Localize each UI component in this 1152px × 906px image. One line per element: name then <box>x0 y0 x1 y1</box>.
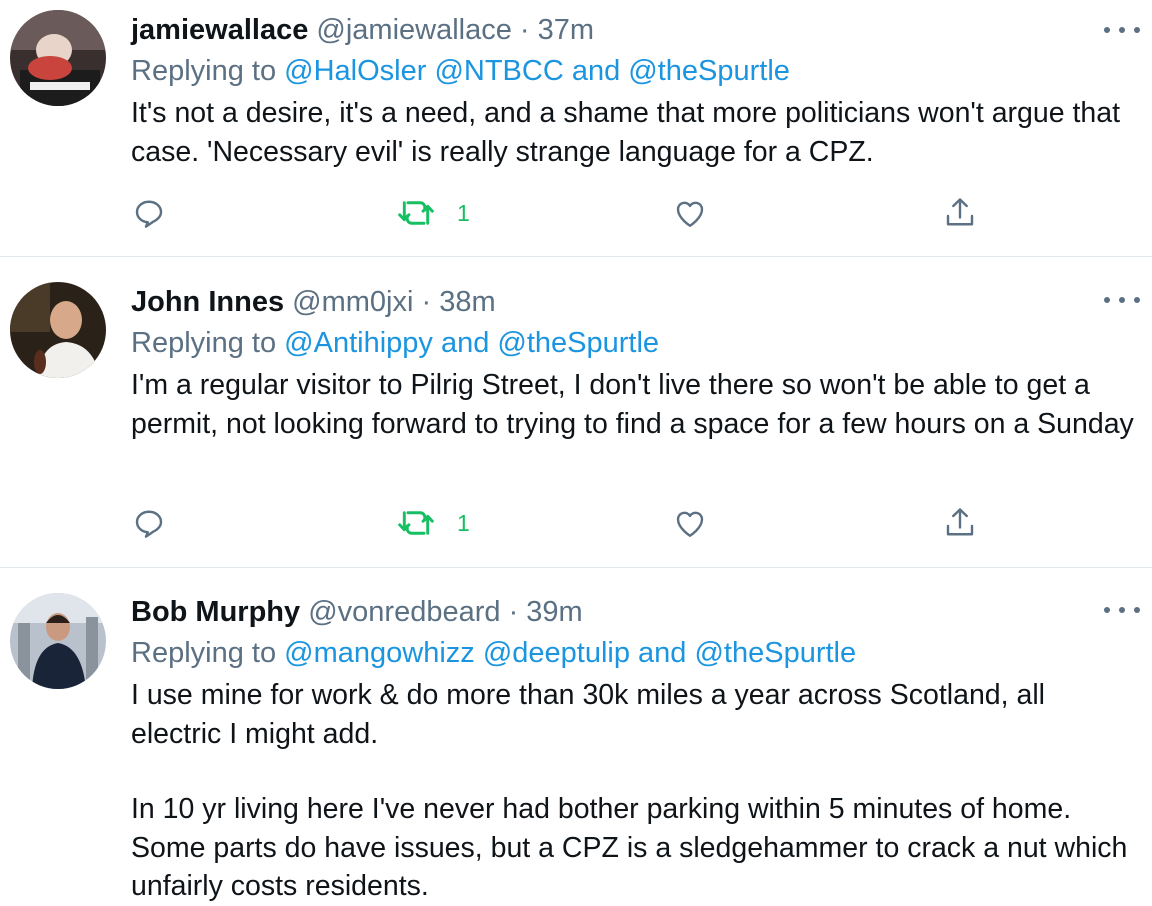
tweet-paragraph: I use mine for work & do more than 30k m… <box>131 679 1045 750</box>
like-icon <box>672 195 708 231</box>
timestamp[interactable]: 37m <box>538 14 594 46</box>
replying-label: Replying to <box>131 637 277 669</box>
display-name[interactable]: John Innes <box>131 286 284 318</box>
reply-mentions[interactable]: @Antihippy and @theSpurtle <box>284 327 659 359</box>
replying-label: Replying to <box>131 55 277 87</box>
avatar[interactable] <box>10 593 106 689</box>
username[interactable]: @mm0jxi <box>292 286 413 318</box>
like-button[interactable] <box>672 503 708 543</box>
tweet-divider <box>0 567 1152 568</box>
tweet-text: I use mine for work & do more than 30k m… <box>131 676 1136 906</box>
reply-button[interactable] <box>131 193 167 233</box>
retweet-count: 1 <box>457 509 470 536</box>
retweet-icon <box>397 195 435 231</box>
more-icon[interactable] <box>1104 290 1140 310</box>
separator: · <box>421 286 432 318</box>
replying-to: Replying to @Antihippy and @theSpurtle <box>131 325 659 361</box>
tweet-paragraph: It's not a desire, it's a need, and a sh… <box>131 97 1121 168</box>
username[interactable]: @vonredbeard <box>308 596 500 628</box>
reply-button[interactable] <box>131 503 167 543</box>
more-icon[interactable] <box>1104 600 1140 620</box>
like-button[interactable] <box>672 193 708 233</box>
reply-mentions[interactable]: @mangowhizz @deeptulip and @theSpurtle <box>284 637 856 669</box>
separator: · <box>519 14 530 46</box>
tweet-divider <box>0 256 1152 257</box>
like-icon <box>672 505 708 541</box>
replying-to: Replying to @mangowhizz @deeptulip and @… <box>131 635 856 671</box>
share-icon <box>942 505 978 541</box>
separator: · <box>508 596 519 628</box>
more-icon[interactable] <box>1104 20 1140 40</box>
display-name[interactable]: jamiewallace <box>131 14 308 46</box>
share-button[interactable] <box>942 193 978 233</box>
replying-to: Replying to @HalOsler @NTBCC and @theSpu… <box>131 53 790 89</box>
replying-label: Replying to <box>131 327 277 359</box>
username[interactable]: @jamiewallace <box>316 14 511 46</box>
tweet-paragraph: I'm a regular visitor to Pilrig Street, … <box>131 369 1134 440</box>
reply-mentions[interactable]: @HalOsler @NTBCC and @theSpurtle <box>284 55 790 87</box>
tweet-paragraph: In 10 yr living here I've never had both… <box>131 793 1128 902</box>
avatar[interactable] <box>10 10 106 106</box>
action-bar: 1 <box>131 193 1031 233</box>
retweet-icon <box>397 505 435 541</box>
tweet-header: Bob Murphy @vonredbeard · 39m <box>131 594 583 630</box>
share-button[interactable] <box>942 503 978 543</box>
timestamp[interactable]: 39m <box>526 596 582 628</box>
display-name[interactable]: Bob Murphy <box>131 596 300 628</box>
tweet-text: I'm a regular visitor to Pilrig Street, … <box>131 366 1136 443</box>
retweet-button[interactable]: 1 <box>397 503 470 543</box>
reply-icon <box>131 195 167 231</box>
avatar[interactable] <box>10 282 106 378</box>
timestamp[interactable]: 38m <box>439 286 495 318</box>
share-icon <box>942 195 978 231</box>
tweet-header: jamiewallace @jamiewallace · 37m <box>131 12 594 48</box>
retweet-button[interactable]: 1 <box>397 193 470 233</box>
retweet-count: 1 <box>457 199 470 226</box>
action-bar: 1 <box>131 503 1031 543</box>
tweet-header: John Innes @mm0jxi · 38m <box>131 284 496 320</box>
tweet-text: It's not a desire, it's a need, and a sh… <box>131 94 1136 171</box>
reply-icon <box>131 505 167 541</box>
